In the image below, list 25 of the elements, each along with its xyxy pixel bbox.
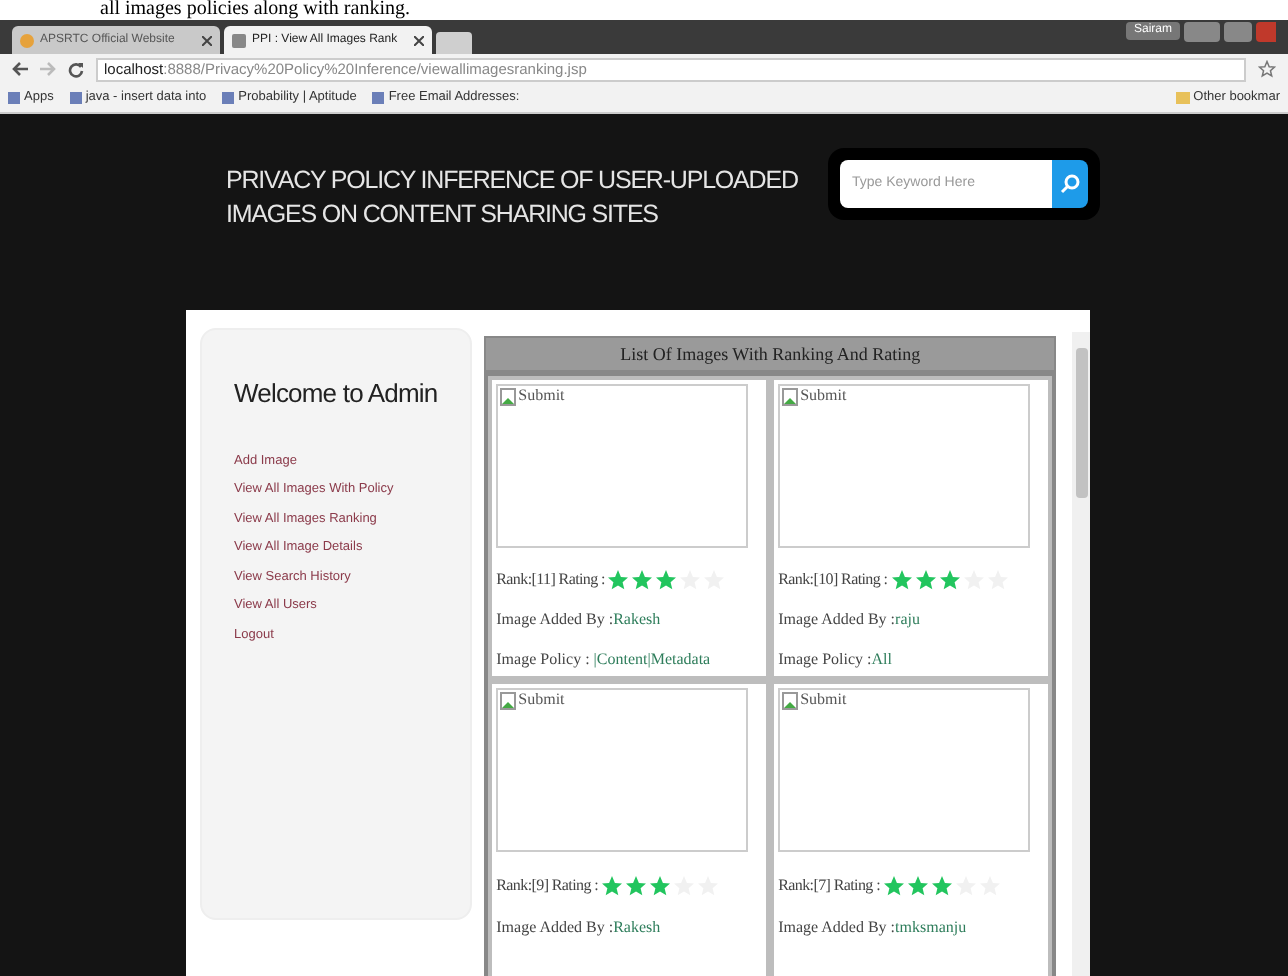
rank-text: Rank:[10] Rating : (778, 567, 888, 591)
policy-label: Image Policy : (496, 647, 592, 671)
uploader-name: Rakesh (613, 607, 661, 631)
uploader-name: raju (895, 607, 920, 631)
added-by-label: Image Added By : (778, 915, 896, 939)
image-alt-text: Submit (518, 387, 565, 403)
policy-value: |Content|Metadata (593, 647, 711, 671)
sidebar-heading: Welcome to Admin (234, 376, 440, 412)
image-alt-text: Submit (800, 691, 847, 707)
policy-value: All (871, 647, 892, 671)
policy-label: Image Policy : (778, 647, 872, 671)
image-alt-text: Submit (800, 387, 847, 403)
table-title: List Of Images With Ranking And Rating (620, 342, 921, 368)
image-alt-text: Submit (518, 691, 565, 707)
rank-text: Rank:[7] Rating : (778, 873, 880, 897)
added-by-label: Image Added By : (496, 607, 614, 631)
uploader-name: tmksmanju (895, 915, 967, 939)
added-by-label: Image Added By : (496, 915, 614, 939)
site-title: IMAGES ON CONTENT SHARING SITES (226, 198, 660, 232)
rank-text: Rank:[11] Rating : (496, 567, 605, 591)
rank-text: Rank:[9] Rating : (496, 873, 599, 897)
uploader-name: Rakesh (613, 915, 661, 939)
document-caption: all images policies along with ranking. (100, 0, 410, 20)
site-title: PRIVACY POLICY INFERENCE OF USER-UPLOADED (226, 164, 798, 198)
added-by-label: Image Added By : (778, 607, 896, 631)
